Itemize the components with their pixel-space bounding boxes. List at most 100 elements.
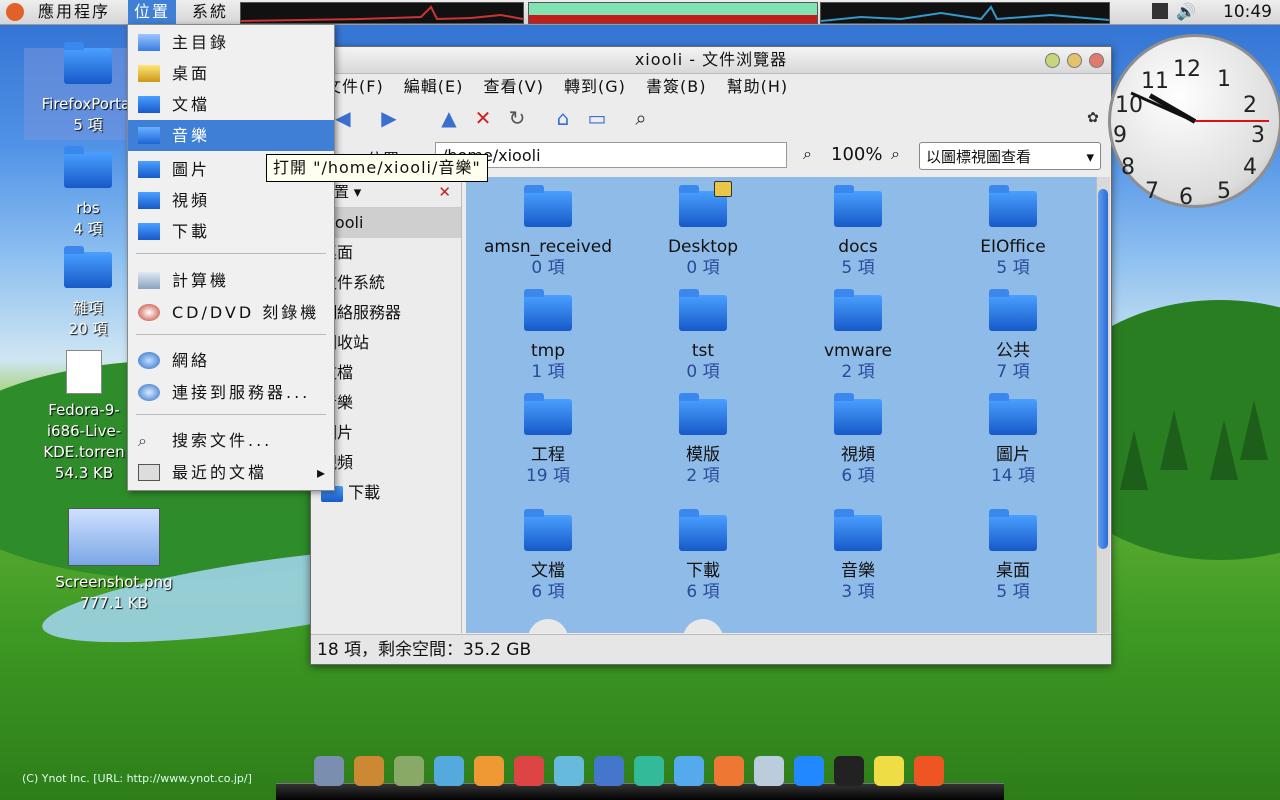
zoom-out-icon[interactable]: ⌕ [803,144,812,164]
menu-item-videos[interactable]: 視頻 [128,185,334,216]
menu-help[interactable]: 幫助(H) [727,77,789,96]
forward-icon[interactable]: ▶ [377,106,401,130]
dock-app-icon[interactable] [914,756,944,786]
dock-app-icon[interactable] [874,756,904,786]
menu-view[interactable]: 查看(V) [484,77,544,96]
scrollbar-thumb[interactable] [1098,189,1108,549]
file-item-count: 5 項 [841,258,875,278]
zoom-in-icon[interactable]: ⌕ [891,144,900,164]
menu-item-downloads[interactable]: 下載 [128,216,334,247]
places-menu[interactable]: 位置 [128,0,177,24]
up-icon[interactable]: ▲ [437,106,461,130]
menu-separator [136,253,326,254]
dock-app-icon[interactable] [714,756,744,786]
dock-app-icon[interactable] [314,756,344,786]
file-item-count: 14 項 [990,466,1036,486]
menu-item-desktop[interactable]: 桌面 [128,58,334,89]
desktop-icon-screenshot[interactable]: Screenshot.png 777.1 KB [44,508,184,614]
menu-item-search-files[interactable]: ⌕ 搜索文件... [128,425,334,456]
desktop-icon-rbs[interactable]: rbs 4 項 [48,146,128,240]
file-item[interactable]: vmware 2 項 [780,289,936,383]
file-item[interactable]: tst 0 項 [625,289,781,383]
ubuntu-logo-icon[interactable] [6,3,24,21]
dock-app-icon[interactable] [634,756,664,786]
menu-item-music[interactable]: 音樂 [128,120,334,151]
computer-icon[interactable]: ▭ [585,106,609,130]
menu-item-network[interactable]: 網絡 [128,345,334,376]
network-status-icon[interactable] [1152,3,1168,19]
file-item[interactable]: EIOffice 5 項 [935,185,1091,279]
vertical-scrollbar[interactable] [1096,177,1110,633]
folder-icon [524,393,572,435]
menubar: 文件(F) 編輯(E) 查看(V) 轉到(G) 書簽(B) 幫助(H) [311,74,1111,100]
search-icon[interactable]: ⌕ [629,106,653,130]
menu-item-recent-documents[interactable]: 最近的文檔 ▸ [128,457,334,488]
dock-app-icon[interactable] [754,756,784,786]
system-menu[interactable]: 系統 [186,0,234,24]
applications-menu[interactable]: 應用程序 [32,0,116,24]
view-mode-select[interactable]: 以圖標視圖查看 ▾ [919,142,1101,170]
dock-app-icon[interactable] [834,756,864,786]
folder-icon [834,289,882,331]
menu-bookmarks[interactable]: 書簽(B) [646,77,706,96]
menu-item-documents[interactable]: 文檔 [128,89,334,120]
desktop-icon-misc[interactable]: 雜項 20 項 [48,246,128,340]
dock-app-icon[interactable] [594,756,624,786]
menu-go[interactable]: 轉到(G) [564,77,626,96]
menu-item-label: 下載 [172,222,211,241]
file-item[interactable]: 音樂 3 項 [780,509,936,603]
file-item[interactable]: amsn_received 0 項 [470,185,626,279]
menu-item-connect-server[interactable]: 連接到服務器... [128,377,334,408]
minimize-button[interactable] [1045,53,1060,68]
home-folder-icon [138,34,160,51]
desktop-icon-torrent[interactable]: Fedora-9- i686-Live- KDE.torren 54.3 KB [36,350,132,484]
file-item[interactable]: 工程 19 項 [470,393,626,487]
dock-app-icon[interactable] [434,756,464,786]
menu-separator [136,414,326,415]
file-item[interactable]: 公共 7 項 [935,289,1091,383]
settings-folder-icon[interactable] [528,619,568,633]
home-icon[interactable]: ⌂ [551,106,575,130]
desktop-icon-sub: 4 項 [73,220,103,238]
dock-app-icon[interactable] [794,756,824,786]
maximize-button[interactable] [1067,53,1082,68]
file-name: tmp [530,341,566,361]
file-item[interactable]: docs 5 項 [780,185,936,279]
chevron-down-icon: ▾ [1086,148,1094,166]
menu-edit[interactable]: 編輯(E) [404,77,464,96]
dock-app-icon[interactable] [554,756,584,786]
file-name: 圖片 [996,445,1030,465]
file-item[interactable]: Desktop 0 項 [625,185,781,279]
menu-item-cd-burner[interactable]: CD/DVD 刻錄機 [128,297,334,328]
folder-icon [679,393,727,435]
tree [1210,420,1238,480]
file-item-count: 2 項 [841,362,875,382]
reload-icon[interactable]: ↻ [505,106,529,130]
menu-item-label: 圖片 [172,160,211,179]
file-item[interactable]: 下載 6 項 [625,509,781,603]
analog-clock: 12 1 2 3 4 5 6 7 8 9 10 11 [1108,34,1280,210]
dock-app-icon[interactable] [354,756,384,786]
close-button[interactable] [1089,53,1104,68]
file-item[interactable]: 桌面 5 項 [935,509,1091,603]
dock-app-icon[interactable] [674,756,704,786]
file-item[interactable]: tmp 1 項 [470,289,626,383]
dock-app-icon[interactable] [394,756,424,786]
network-graph-icon [820,5,1110,22]
file-item[interactable]: 文檔 6 項 [470,509,626,603]
panel-clock[interactable]: 10:49 [1223,0,1272,24]
dock-app-icon[interactable] [514,756,544,786]
file-item[interactable]: 視頻 6 項 [780,393,936,487]
file-item-count: 0 項 [686,258,720,278]
dock-app-icon[interactable] [474,756,504,786]
volume-icon[interactable]: 🔊 [1176,2,1196,21]
file-item[interactable]: 模版 2 項 [625,393,781,487]
settings-folder-icon[interactable] [683,619,723,633]
window-titlebar[interactable]: xiooli - 文件浏覽器 [311,47,1111,74]
stop-icon[interactable]: ✕ [471,106,495,130]
desktop-icon-label: Screenshot.png [55,573,173,591]
location-input[interactable]: /home/xiooli [435,142,787,168]
menu-item-computer[interactable]: 計算機 [128,265,334,296]
file-item[interactable]: 圖片 14 項 [935,393,1091,487]
menu-item-home[interactable]: 主目錄 [128,27,334,58]
